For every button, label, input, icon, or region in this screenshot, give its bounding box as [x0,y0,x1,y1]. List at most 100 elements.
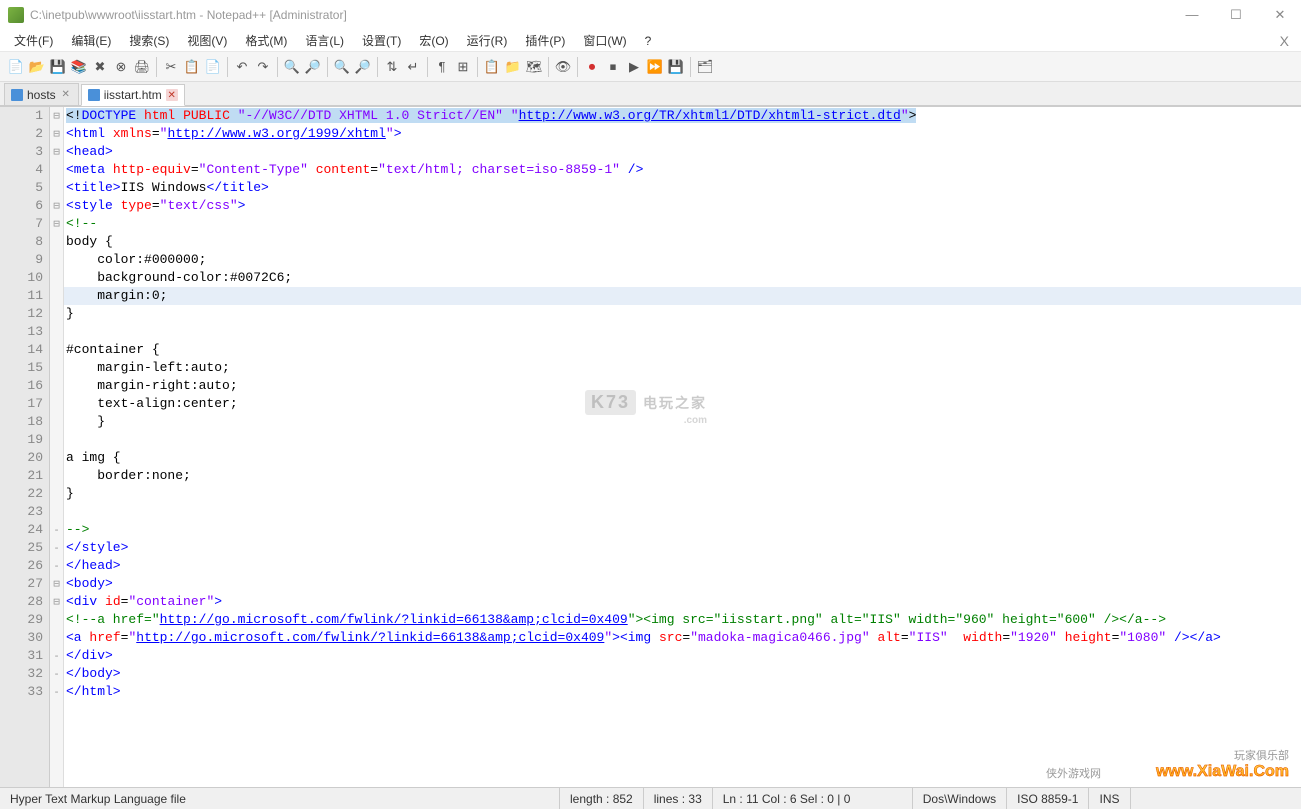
close-document-button[interactable]: X [1274,33,1295,49]
code-line[interactable]: background-color:#0072C6; [64,269,1301,287]
code-line[interactable]: body { [64,233,1301,251]
redo-icon[interactable]: ↷ [253,57,273,77]
folder-tree-icon[interactable]: 📁 [503,57,523,77]
play-macro-icon[interactable]: ▶ [624,57,644,77]
menu-plugins[interactable]: 插件(P) [517,30,573,51]
code-line[interactable]: } [64,485,1301,503]
print-icon[interactable]: 🖨 [132,57,152,77]
toolbar-separator [277,57,278,77]
close-icon[interactable]: ✕ [166,89,178,101]
paste-icon[interactable]: 📄 [203,57,223,77]
code-line[interactable] [64,431,1301,449]
toolbar-separator [156,57,157,77]
save-all-icon[interactable]: 📚 [69,57,89,77]
find-icon[interactable]: 🔍 [282,57,302,77]
close-file-icon[interactable]: ✖ [90,57,110,77]
menu-search[interactable]: 搜索(S) [121,30,177,51]
code-line[interactable] [64,503,1301,521]
status-lines: lines : 33 [644,788,713,809]
new-file-icon[interactable]: 📄 [6,57,26,77]
menubar: 文件(F) 编辑(E) 搜索(S) 视图(V) 格式(M) 语言(L) 设置(T… [0,30,1301,52]
code-line[interactable]: margin-right:auto; [64,377,1301,395]
close-all-icon[interactable]: ⊗ [111,57,131,77]
undo-icon[interactable]: ↶ [232,57,252,77]
tab-iisstart[interactable]: iisstart.htm ✕ [81,84,185,106]
code-line[interactable] [64,323,1301,341]
menu-help[interactable]: ? [637,32,660,50]
code-editor[interactable]: <!DOCTYPE html PUBLIC "-//W3C//DTD XHTML… [64,107,1301,787]
cut-icon[interactable]: ✂ [161,57,181,77]
stop-macro-icon[interactable]: ⏹ [603,57,623,77]
open-file-icon[interactable]: 📂 [27,57,47,77]
status-position: Ln : 11 Col : 6 Sel : 0 | 0 [713,788,913,809]
code-line[interactable]: <!DOCTYPE html PUBLIC "-//W3C//DTD XHTML… [64,107,1301,125]
status-length: length : 852 [560,788,644,809]
toolbar-separator [377,57,378,77]
menu-run[interactable]: 运行(R) [459,30,516,51]
menu-language[interactable]: 语言(L) [297,30,352,51]
code-line[interactable]: </head> [64,557,1301,575]
code-line[interactable]: </body> [64,665,1301,683]
code-line[interactable]: </div> [64,647,1301,665]
code-line[interactable]: </style> [64,539,1301,557]
code-line[interactable]: text-align:center; [64,395,1301,413]
status-encoding[interactable]: ISO 8859-1 [1007,788,1089,809]
code-line[interactable]: <html xmlns="http://www.w3.org/1999/xhtm… [64,125,1301,143]
replace-icon[interactable]: 🔎 [303,57,323,77]
menu-file[interactable]: 文件(F) [6,30,61,51]
menu-settings[interactable]: 设置(T) [354,30,409,51]
code-line[interactable]: <!--a href="http://go.microsoft.com/fwli… [64,611,1301,629]
code-line[interactable]: border:none; [64,467,1301,485]
code-line[interactable]: <a href="http://go.microsoft.com/fwlink/… [64,629,1301,647]
sync-scroll-icon[interactable]: ⇅ [382,57,402,77]
fold-column: ⊟⊟⊟⊟⊟---⊟⊟--- [50,107,64,787]
menu-edit[interactable]: 编辑(E) [63,30,119,51]
monitor-icon[interactable]: 👁 [553,57,573,77]
menu-view[interactable]: 视图(V) [179,30,235,51]
code-line[interactable]: </html> [64,683,1301,701]
code-line[interactable]: <style type="text/css"> [64,197,1301,215]
toolbar-separator [477,57,478,77]
save-macro-icon[interactable]: 💾 [666,57,686,77]
code-line[interactable]: } [64,305,1301,323]
save-icon[interactable]: 💾 [48,57,68,77]
code-line[interactable]: #container { [64,341,1301,359]
menu-format[interactable]: 格式(M) [237,30,295,51]
titlebar: C:\inetpub\wwwroot\iisstart.htm - Notepa… [0,0,1301,30]
doc-map-icon[interactable]: 🗺 [524,57,544,77]
code-line[interactable]: color:#000000; [64,251,1301,269]
show-all-chars-icon[interactable]: ¶ [432,57,452,77]
zoom-in-icon[interactable]: 🔍 [332,57,352,77]
plugin-icon[interactable]: 🗂 [695,57,715,77]
minimize-button[interactable]: — [1179,7,1205,23]
status-insert-mode[interactable]: INS [1089,788,1130,809]
menu-window[interactable]: 窗口(W) [575,30,634,51]
function-list-icon[interactable]: 📋 [482,57,502,77]
record-macro-icon[interactable]: ⏺ [582,57,602,77]
menu-macro[interactable]: 宏(O) [411,30,456,51]
tab-label: iisstart.htm [104,88,162,102]
tab-hosts[interactable]: hosts ✕ [4,83,79,105]
code-line[interactable]: <title>IIS Windows</title> [64,179,1301,197]
code-line[interactable]: <div id="container"> [64,593,1301,611]
code-line[interactable]: <head> [64,143,1301,161]
code-line[interactable]: } [64,413,1301,431]
close-icon[interactable]: ✕ [60,89,72,101]
close-button[interactable]: ✕ [1267,7,1293,23]
code-line[interactable]: a img { [64,449,1301,467]
maximize-button[interactable]: ☐ [1223,7,1249,23]
copy-icon[interactable]: 📋 [182,57,202,77]
window-title: C:\inetpub\wwwroot\iisstart.htm - Notepa… [30,8,1179,22]
indent-guide-icon[interactable]: ⊞ [453,57,473,77]
watermark-bottom-left: 侠外游戏网 [1046,765,1101,781]
wordwrap-icon[interactable]: ↵ [403,57,423,77]
code-line[interactable]: <!-- [64,215,1301,233]
code-line[interactable]: <meta http-equiv="Content-Type" content=… [64,161,1301,179]
code-line[interactable]: margin:0; [64,287,1301,305]
status-eol[interactable]: Dos\Windows [913,788,1007,809]
fast-play-icon[interactable]: ⏩ [645,57,665,77]
code-line[interactable]: margin-left:auto; [64,359,1301,377]
zoom-out-icon[interactable]: 🔎 [353,57,373,77]
code-line[interactable]: <body> [64,575,1301,593]
code-line[interactable]: --> [64,521,1301,539]
